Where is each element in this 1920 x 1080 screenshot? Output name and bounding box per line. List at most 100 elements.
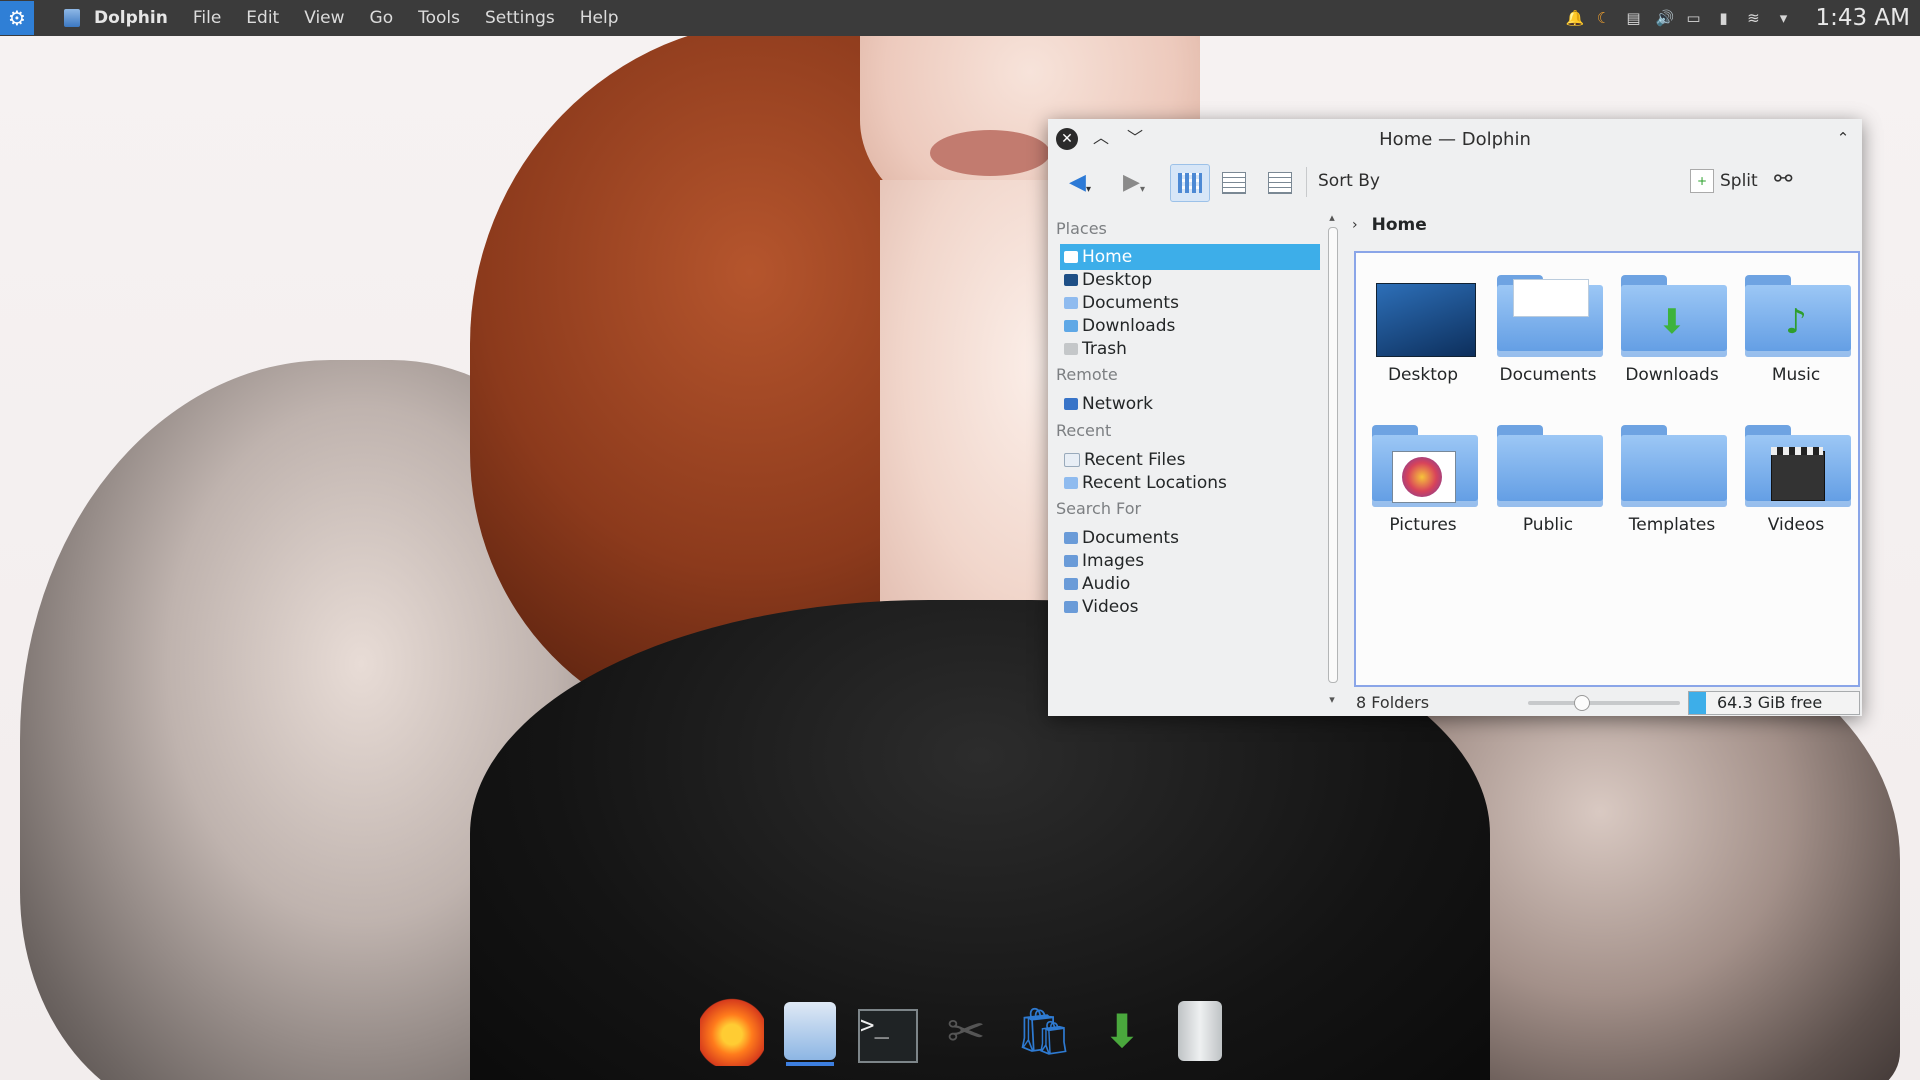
places-section-title: Places [1056,219,1107,238]
scroll-down-icon[interactable]: ▾ [1326,693,1338,706]
icons-view-icon [1178,173,1202,193]
file-item-pictures[interactable]: Pictures [1361,411,1485,551]
discover-store-icon[interactable]: 🛍 [1012,996,1076,1066]
icons-view-button[interactable] [1170,164,1210,202]
free-space-label: 64.3 GiB free [1717,693,1823,712]
file-manager-icon [784,1002,836,1060]
sort-by-button[interactable]: Sort By [1318,171,1380,191]
back-button[interactable]: ◀ ▾ [1056,164,1104,200]
menu-edit[interactable]: Edit [246,8,279,28]
search-videos[interactable]: Videos [1060,594,1320,620]
file-item-documents[interactable]: Documents [1486,261,1610,401]
night-color-icon[interactable]: ☾ [1595,9,1611,27]
split-button[interactable]: + Split [1690,169,1758,193]
volume-icon[interactable]: 🔊 [1655,9,1674,27]
search-for-section-title: Search For [1056,499,1142,518]
notifications-icon[interactable]: 🔔 [1565,9,1584,27]
downloads-folder-icon[interactable]: ⬇ [1090,996,1154,1066]
status-bar: 8 Folders 64.3 GiB free [1348,689,1862,716]
search-images-icon [1064,555,1078,567]
menu-view[interactable]: View [304,8,344,28]
terminal-dock-item[interactable]: >_ [856,996,920,1066]
wifi-icon[interactable]: ≋ [1745,9,1761,27]
search-button[interactable]: ⚯ [1774,167,1792,192]
dock: >_ ✂ 🛍 ⬇ [700,996,1232,1080]
file-view[interactable]: Desktop Documents ⬇ Downloads ♪ Music Pi… [1354,251,1860,687]
trash-icon [1064,343,1078,355]
scroll-up-icon[interactable]: ▴ [1326,211,1338,224]
kde-launcher-icon[interactable]: ⚙ [0,1,34,35]
menu-settings[interactable]: Settings [485,8,555,28]
downloads-folder-icon [1064,320,1078,332]
clipboard-icon[interactable]: ▤ [1625,9,1641,27]
search-audio-icon [1064,578,1078,590]
system-tray: 🔔 ☾ ▤ 🔊 ▭ ▮ ≋ ▾ 1:43 AM [1565,0,1910,36]
search-documents-icon [1064,532,1078,544]
place-trash[interactable]: Trash [1060,336,1320,362]
remote-section-title: Remote [1056,365,1118,384]
arrow-right-icon: ▶ [1123,169,1140,195]
documents-folder-icon [1493,271,1603,357]
keep-above-button[interactable]: ⌃ [1832,127,1854,149]
window-titlebar[interactable]: ✕ ︿ ﹀ Home — Dolphin ⌃ [1048,119,1862,159]
file-item-videos[interactable]: Videos [1734,411,1858,551]
file-item-desktop[interactable]: Desktop [1361,261,1485,401]
zoom-slider[interactable] [1528,695,1680,711]
menu-file[interactable]: File [193,8,221,28]
firefox-icon[interactable] [700,996,764,1066]
terminal-icon: >_ [858,1009,918,1063]
trash-icon [1178,1001,1222,1061]
details-view-icon [1268,172,1292,194]
file-item-public[interactable]: Public [1486,411,1610,551]
public-folder-icon [1493,421,1603,507]
file-item-templates[interactable]: Templates [1610,411,1734,551]
double-chevron-up-icon: ⌃ [1836,129,1850,147]
place-recent-locations[interactable]: Recent Locations [1060,470,1320,496]
system-settings-icon[interactable]: ✂ [934,996,998,1066]
expand-tray-icon[interactable]: ▾ [1775,9,1791,27]
compact-view-button[interactable] [1214,164,1254,202]
downloads-folder-icon: ⬇ [1617,271,1727,357]
templates-folder-icon [1617,421,1727,507]
file-manager-dock-item[interactable] [778,996,842,1066]
home-icon [1064,251,1078,263]
breadcrumb: › Home [1352,213,1427,237]
recent-section-title: Recent [1056,421,1112,440]
menu-go[interactable]: Go [370,8,394,28]
usb-icon[interactable]: ▮ [1715,9,1731,27]
zoom-slider-handle[interactable] [1574,695,1591,711]
free-space-fill [1689,692,1706,714]
breadcrumb-home[interactable]: Home [1372,215,1427,235]
scrollbar-track[interactable] [1328,227,1338,683]
menu-help[interactable]: Help [580,8,619,28]
arrow-left-icon: ◀ [1069,169,1086,195]
menu-tools[interactable]: Tools [418,8,460,28]
places-scrollbar[interactable]: ▴ ▾ [1326,211,1338,706]
documents-folder-icon [1064,297,1078,309]
place-network[interactable]: Network [1060,391,1320,417]
split-view-icon: + [1690,169,1714,193]
toolbar: ◀ ▾ ▶ ▾ Sort By + Split ⚯ [1048,159,1862,205]
compact-view-icon [1222,172,1246,194]
trash-dock-item[interactable] [1168,996,1232,1066]
details-view-button[interactable] [1260,164,1300,202]
folder-count: 8 Folders [1356,693,1430,712]
search-videos-icon [1064,601,1078,613]
binoculars-icon: ⚯ [1774,167,1793,192]
recent-files-icon [1064,453,1080,467]
active-app-indicator [786,1062,834,1066]
desktop-folder-icon [1368,271,1478,357]
pictures-folder-icon [1368,421,1478,507]
recent-locations-icon [1064,477,1078,489]
breadcrumb-chevron-icon[interactable]: › [1352,217,1358,233]
forward-button[interactable]: ▶ ▾ [1110,164,1158,200]
file-item-downloads[interactable]: ⬇ Downloads [1610,261,1734,401]
file-item-music[interactable]: ♪ Music [1734,261,1858,401]
battery-icon[interactable]: ▭ [1685,9,1701,27]
free-space-indicator[interactable]: 64.3 GiB free [1688,691,1860,715]
clock[interactable]: 1:43 AM [1815,5,1910,31]
dolphin-app-icon [64,9,80,27]
places-panel: Places Home Desktop Documents Downloads … [1048,205,1344,716]
videos-folder-icon [1741,421,1851,507]
active-app-name[interactable]: Dolphin [94,8,168,28]
